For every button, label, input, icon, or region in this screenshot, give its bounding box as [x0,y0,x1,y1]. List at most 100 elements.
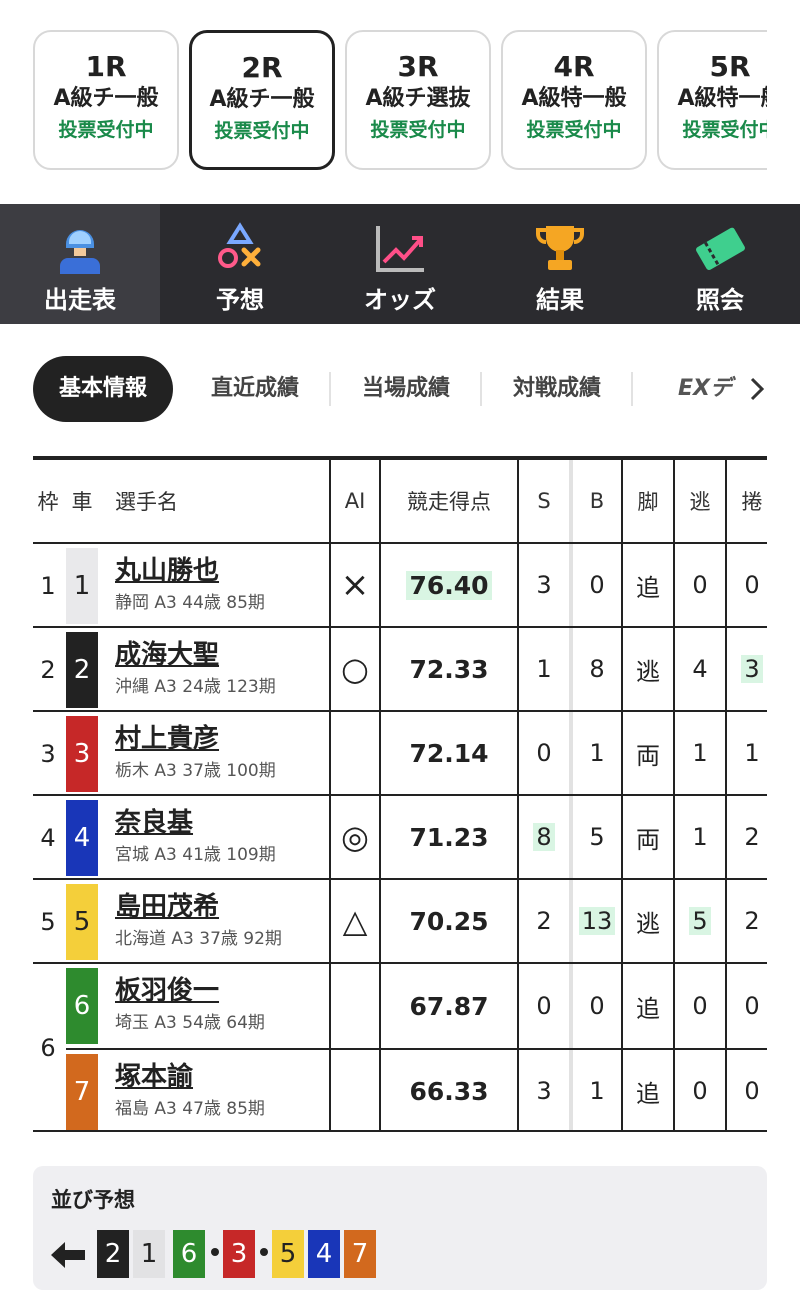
odds-chart-icon [376,226,424,272]
ai-mark: △ [342,902,368,940]
score-value: 76.40 [406,570,492,600]
line-separator [260,1248,268,1256]
s-count: 2 [536,907,552,935]
tab-head-to-head[interactable]: 対戦成績 [497,356,617,422]
s-count: 3 [536,1077,552,1105]
player-name-link[interactable]: 村上貴彦 [115,722,276,756]
player-info: 島田茂希 北海道 A3 37歳 92期 [115,890,282,952]
table-row: 6 板羽俊一 埼玉 A3 54歳 64期 67.87 0 0 追 0 0 [33,964,767,1048]
running-style: 逃 [636,657,660,686]
score-value: 67.87 [409,991,489,1021]
waku-number: 3 [40,740,56,768]
player-name-link[interactable]: 成海大聖 [115,638,276,672]
race-status: 投票受付中 [370,119,466,141]
nav-label: 結果 [536,286,584,314]
nige-count: 0 [692,571,708,599]
player-name-link[interactable]: 塚本諭 [115,1060,265,1094]
header-makuri: 捲 [741,490,763,514]
nav-label: 予想 [216,286,264,314]
race-tab-3r[interactable]: 3R A級チ選抜 投票受付中 [345,30,491,170]
tab-ex-data[interactable]: EXデ [667,356,743,422]
b-count: 0 [589,571,605,599]
race-status: 投票受付中 [58,119,154,141]
ai-mark [331,964,379,1048]
tab-recent-results[interactable]: 直近成績 [195,356,315,422]
nige-count: 5 [675,880,725,962]
table-row: 1 1 丸山勝也 静岡 A3 44歳 85期 × 76.40 3 0 追 0 0 [33,544,767,628]
nav-prediction[interactable]: 予想 [160,204,320,324]
nige-count: 4 [692,655,708,683]
player-info: 村上貴彦 栃木 A3 37歳 100期 [115,722,276,784]
tab-basic-info[interactable]: 基本情報 [33,356,173,422]
score-cell: 76.40 [381,544,517,626]
makuri-count: 0 [744,992,760,1020]
running-style: 両 [636,741,660,770]
line-car-chip: 7 [344,1230,376,1278]
race-class: A級チ選抜 [365,86,471,111]
nav-inquiry[interactable]: 照会 [640,204,800,324]
header-name: 選手名 [115,490,178,514]
player-name-link[interactable]: 奈良基 [115,806,276,840]
nige-count: 1 [692,823,708,851]
nav-odds[interactable]: オッズ [320,204,480,324]
makuri-count: 1 [744,739,760,767]
line-car-chip: 3 [223,1230,255,1278]
player-info: 成海大聖 沖縄 A3 24歳 123期 [115,638,276,700]
tab-venue-results[interactable]: 当場成績 [346,356,466,422]
score-cell: 66.33 [381,1050,517,1132]
score-value: 66.33 [409,1076,489,1106]
race-tab-1r[interactable]: 1R A級チ一般 投票受付中 [33,30,179,170]
header-car: 車 [71,490,93,514]
nige-count: 1 [692,739,708,767]
car-number: 5 [66,884,98,960]
running-style: 逃 [636,909,660,938]
waku-number: 4 [40,824,56,852]
player-name-link[interactable]: 板羽俊一 [115,974,265,1008]
nav-entry-table[interactable]: 出走表 [0,204,160,324]
line-prediction: 並び予想 2 1 6 3 5 4 7 [33,1166,767,1290]
player-details: 静岡 A3 44歳 85期 [115,593,265,613]
ai-mark [331,712,379,794]
b-count: 8 [589,655,605,683]
ai-mark [331,1050,379,1132]
entry-table: 枠 車 選手名 AI 競走得点 S B 脚 逃 捲 1 1 丸山勝也 静岡 A3… [33,456,767,1132]
player-name-link[interactable]: 島田茂希 [115,890,282,924]
b-value: 13 [578,907,616,935]
header-ai: AI [344,489,366,513]
player-info: 塚本諭 福島 A3 47歳 85期 [115,1060,265,1122]
ai-mark: ◎ [341,818,369,856]
ticket-icon [696,227,745,271]
ai-mark: × [340,565,370,605]
nav-results[interactable]: 結果 [480,204,640,324]
score-cell: 72.14 [381,712,517,794]
race-number: 1R [85,50,127,83]
race-tab-4r[interactable]: 4R A級特一般 投票受付中 [501,30,647,170]
table-row: 4 4 奈良基 宮城 A3 41歳 109期 ◎ 71.23 8 5 両 1 2 [33,796,767,880]
s-count: 3 [536,571,552,599]
header-waku: 枠 [37,490,59,514]
nav-label: 出走表 [44,286,116,314]
prediction-icon [218,222,261,268]
s-count: 8 [519,796,569,878]
race-class: A級チ一般 [209,87,315,112]
player-name-link[interactable]: 丸山勝也 [115,554,265,588]
s-value: 8 [533,823,555,851]
race-tab-5r[interactable]: 5R A級特一般 投票受付中 [657,30,767,170]
waku-group-6: 6 6 板羽俊一 埼玉 A3 54歳 64期 67.87 0 0 追 0 0 7… [33,964,767,1132]
makuri-count: 2 [744,823,760,851]
race-tab-2r[interactable]: 2R A級チ一般 投票受付中 [189,30,335,170]
race-class: A級特一般 [521,86,627,111]
score-cell: 71.23 [381,796,517,878]
racer-icon [60,230,100,274]
player-info: 奈良基 宮城 A3 41歳 109期 [115,806,276,868]
car-number: 1 [66,548,98,624]
header-nige: 逃 [689,490,711,514]
chevron-right-icon[interactable] [747,376,767,402]
waku-number: 5 [40,908,56,936]
score-value: 72.33 [409,654,489,684]
header-score: 競走得点 [407,490,491,514]
race-number: 4R [553,50,595,83]
race-number: 5R [709,50,751,83]
main-nav: 出走表 予想 オッズ 結果 照会 [0,204,800,324]
race-class: A級特一般 [677,86,767,111]
